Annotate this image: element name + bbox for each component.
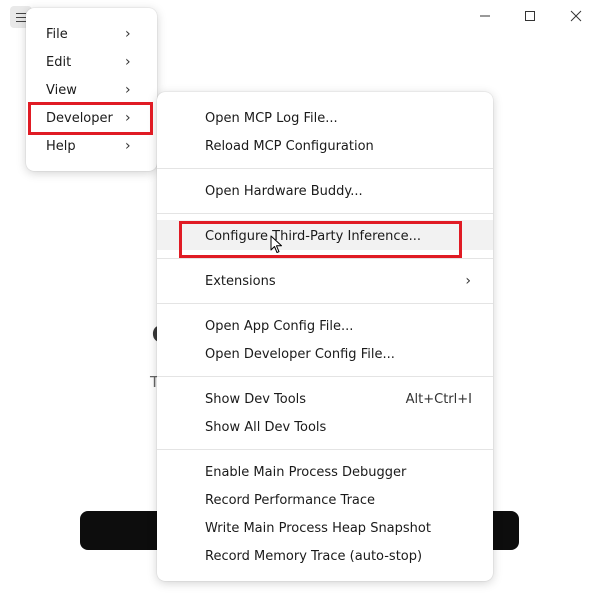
chevron-right-icon: › [465, 273, 471, 289]
menu-item-label: Record Memory Trace (auto-stop) [205, 548, 423, 564]
minimize-button[interactable] [470, 4, 500, 28]
menu-item-label: Open Developer Config File... [205, 346, 395, 362]
menu-item-label: Enable Main Process Debugger [205, 464, 407, 480]
menu-item-write-heap-snapshot[interactable]: Write Main Process Heap Snapshot [205, 514, 431, 542]
highlight-box-developer [28, 102, 153, 135]
menu-item-help[interactable]: Help [46, 132, 136, 160]
menu-item-show-dev-tools[interactable]: Show Dev Tools [205, 385, 306, 413]
menu-item-open-mcp-log[interactable]: Open MCP Log File... [205, 104, 338, 132]
hamburger-icon [16, 13, 26, 14]
main-menu: File › Edit › View › Developer › Help › [26, 8, 157, 171]
menu-item-record-memory-trace[interactable]: Record Memory Trace (auto-stop) [205, 542, 422, 570]
menu-item-label: Open App Config File... [205, 318, 354, 334]
menu-item-open-developer-config[interactable]: Open Developer Config File... [205, 340, 395, 368]
menu-item-label: View [46, 82, 77, 98]
hamburger-icon-bar [16, 21, 26, 22]
menu-item-open-hardware-buddy[interactable]: Open Hardware Buddy... [205, 177, 363, 205]
menu-separator [157, 258, 493, 259]
menu-separator [157, 376, 493, 377]
menu-item-file[interactable]: File [46, 20, 136, 48]
menu-item-extensions[interactable]: Extensions [205, 267, 276, 295]
app-window: C T File › Edit › View › Developer › Hel… [0, 0, 598, 597]
chevron-right-icon: › [125, 82, 131, 98]
menu-separator [157, 168, 493, 169]
maximize-button[interactable] [515, 4, 545, 28]
chevron-right-icon: › [125, 26, 131, 42]
menu-separator [157, 213, 493, 214]
menu-item-label: Reload MCP Configuration [205, 138, 374, 154]
menu-item-label: Show Dev Tools [205, 391, 307, 407]
chevron-right-icon: › [125, 54, 131, 70]
hamburger-icon-bar [16, 17, 26, 18]
menu-item-label: Write Main Process Heap Snapshot [205, 520, 431, 536]
menu-separator [157, 303, 493, 304]
keyboard-shortcut: Alt+Ctrl+I [405, 391, 472, 407]
menu-item-label: Open Hardware Buddy... [205, 183, 363, 199]
menu-item-label: Show All Dev Tools [205, 419, 327, 435]
highlight-box-configure-inference [179, 221, 462, 258]
menu-item-label: File [46, 26, 68, 42]
menu-item-label: Record Performance Trace [205, 492, 376, 508]
menu-item-label: Help [46, 138, 76, 154]
developer-submenu: Open MCP Log File... Reload MCP Configur… [157, 92, 493, 581]
minimize-icon [480, 15, 490, 17]
close-button[interactable] [561, 4, 591, 28]
menu-item-show-all-dev-tools[interactable]: Show All Dev Tools [205, 413, 326, 441]
menu-separator [157, 449, 493, 450]
close-icon [570, 10, 582, 22]
chevron-right-icon: › [125, 138, 131, 154]
menu-item-label: Edit [46, 54, 72, 70]
menu-item-reload-mcp-config[interactable]: Reload MCP Configuration [205, 132, 374, 160]
menu-item-open-app-config[interactable]: Open App Config File... [205, 312, 353, 340]
menu-item-edit[interactable]: Edit [46, 48, 136, 76]
menu-item-enable-main-process-debugger[interactable]: Enable Main Process Debugger [205, 458, 406, 486]
menu-item-label: Open MCP Log File... [205, 110, 338, 126]
menu-item-label: Extensions [205, 273, 276, 289]
maximize-icon [525, 11, 535, 21]
mouse-cursor-icon [270, 235, 282, 253]
menu-item-record-performance-trace[interactable]: Record Performance Trace [205, 486, 375, 514]
menu-item-view[interactable]: View [46, 76, 136, 104]
